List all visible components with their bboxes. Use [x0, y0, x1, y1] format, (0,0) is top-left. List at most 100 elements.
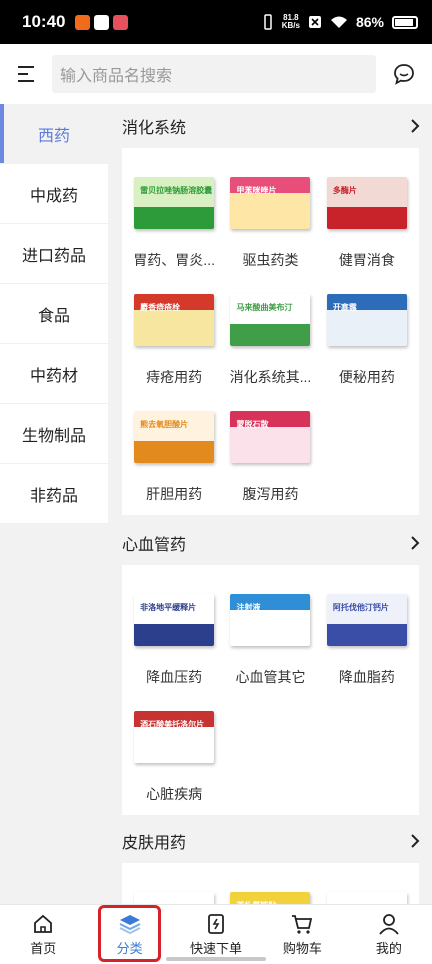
medicine-box-image: 熊去氧胆酸片	[134, 411, 215, 463]
product-category-item[interactable]: 开塞露便秘用药	[319, 279, 415, 396]
product-category-item[interactable]: 非洛地平缓释片降血压药	[126, 579, 222, 696]
section-header-cardio[interactable]: 心血管药	[108, 521, 432, 565]
product-thumbnail: 注射液	[229, 589, 311, 651]
chevron-right-icon	[411, 119, 420, 133]
nav-profile[interactable]: 我的	[346, 905, 432, 964]
product-thumbnail: 雷贝拉唑钠肠溶胶囊	[133, 172, 215, 234]
medicine-box-image: 酒石酸美托洛尔片	[134, 711, 215, 763]
product-category-label: 便秘用药	[338, 369, 395, 385]
product-thumbnail: 麝香痔疮栓	[133, 289, 215, 351]
product-category-item[interactable]	[126, 877, 222, 904]
sidebar-item-xiyao[interactable]: 西药	[0, 104, 108, 164]
message-button[interactable]	[376, 44, 432, 104]
box-label-text: 阿托伐他汀钙片	[332, 603, 389, 612]
product-category-label: 胃药、胃炎...	[133, 252, 215, 268]
product-category-item[interactable]: 酒石酸美托洛尔片心脏疾病	[126, 696, 222, 813]
medicine-box-image: 甲苯咪唑片	[230, 177, 311, 229]
product-thumbnail: 蒙脱石散	[229, 406, 311, 468]
section-grid: 雷贝拉唑钠肠溶胶囊 胃药、胃炎... 甲苯咪唑片 驱虫药类 多酶片 健胃消食 麝香痔疮栓 痔疮…	[122, 148, 419, 515]
menu-icon	[18, 66, 34, 82]
product-category-label: 驱虫药类	[242, 252, 299, 268]
bottom-nav: 首页 分类 快速下单 购物车 我的	[0, 904, 432, 964]
box-label-text: 蒙脱石散	[236, 420, 269, 429]
medicine-box-image: 蒙脱石散	[230, 411, 311, 463]
product-thumbnail: 熊去氧胆酸片	[133, 406, 215, 468]
medicine-box-image: 阿托伐他汀钙片	[326, 594, 407, 646]
status-time: 10:40	[22, 12, 66, 31]
product-category-item[interactable]: 熊去氧胆酸片 肝胆用药	[126, 396, 222, 513]
sidebar-item-shipin[interactable]: 食品	[0, 284, 108, 344]
battery-icon	[392, 15, 418, 29]
product-category-label: 消化系统其...	[229, 369, 312, 385]
product-category-item[interactable]: 阿托伐他汀钙片降血脂药	[319, 579, 415, 696]
box-label-text: 甲苯咪唑片	[236, 186, 277, 195]
wifi-icon	[330, 16, 347, 28]
box-label-text: 注射液	[236, 603, 261, 612]
product-thumbnail: 阿托伐他汀钙片	[326, 589, 408, 651]
chevron-right-icon	[411, 834, 420, 848]
product-category-item[interactable]: 马来酸曲美布汀消化系统其...	[222, 279, 318, 396]
sidebar-item-shengwu[interactable]: 生物制品	[0, 404, 108, 464]
net-speed: 81.8 KB/s	[281, 13, 300, 30]
box-color-band	[134, 441, 215, 463]
product-thumbnail: 甲苯咪唑片	[229, 172, 311, 234]
product-category-item[interactable]: 多酶片 健胃消食	[319, 162, 415, 279]
product-thumbnail	[133, 887, 215, 904]
product-category-label: 痔疮用药	[146, 369, 203, 385]
product-category-label: 降血压药	[146, 669, 203, 685]
chevron-right-icon	[411, 536, 420, 550]
section-header-digestive[interactable]: 消化系统	[108, 104, 432, 148]
product-category-label: 腹泻用药	[242, 486, 299, 502]
cart-icon	[292, 914, 313, 934]
product-thumbnail: 开塞露	[326, 289, 408, 351]
nav-quick-order[interactable]: 快速下单	[173, 905, 259, 964]
section-grid: 苯扎氯铵贴	[122, 863, 419, 904]
app-notification-icon	[113, 14, 129, 30]
search-input[interactable]: 输入商品名搜索	[52, 55, 376, 93]
search-placeholder: 输入商品名搜索	[60, 68, 173, 85]
sidebar-item-zhongyaocai[interactable]: 中药材	[0, 344, 108, 404]
sim-icon	[308, 16, 321, 28]
category-icon	[119, 914, 141, 934]
box-label-text: 开塞露	[332, 303, 357, 312]
section-title: 心血管药	[122, 537, 187, 554]
box-color-band	[134, 624, 215, 646]
medicine-box-image: 苯扎氯铵贴	[230, 892, 311, 904]
section-title: 皮肤用药	[122, 835, 187, 852]
medicine-box-image: 麝香痔疮栓	[134, 294, 215, 346]
medicine-box-image: 注射液	[230, 594, 311, 646]
section-header-skin[interactable]: 皮肤用药	[108, 819, 432, 863]
quick-order-icon	[208, 913, 224, 934]
product-category-label: 心脏疾病	[146, 786, 203, 802]
box-label-text: 非洛地平缓释片	[140, 603, 197, 612]
home-icon	[34, 914, 53, 933]
medicine-box-image	[326, 892, 407, 904]
sidebar-item-zhongchengyao[interactable]: 中成药	[0, 164, 108, 224]
mail-notification-icon	[94, 14, 110, 30]
product-category-label: 降血脂药	[338, 669, 395, 685]
nav-cart[interactable]: 购物车	[259, 905, 345, 964]
top-bar: 输入商品名搜索	[0, 44, 432, 104]
product-category-item[interactable]	[319, 877, 415, 904]
medicine-box-image: 多酶片	[326, 177, 407, 229]
chat-icon	[394, 64, 414, 85]
menu-button[interactable]	[0, 44, 52, 104]
nav-category[interactable]: 分类	[86, 905, 172, 964]
vibrate-icon	[263, 14, 272, 30]
product-category-item[interactable]: 甲苯咪唑片驱虫药类	[222, 162, 318, 279]
product-category-item[interactable]: 苯扎氯铵贴	[222, 877, 318, 904]
box-label-text: 马来酸曲美布汀	[236, 303, 293, 312]
medicine-box-image: 开塞露	[326, 294, 407, 346]
product-category-item[interactable]: 注射液 心血管其它	[222, 579, 318, 696]
nav-home[interactable]: 首页	[0, 905, 86, 964]
product-thumbnail: 马来酸曲美布汀	[229, 289, 311, 351]
box-label-text: 酒石酸美托洛尔片	[140, 720, 205, 729]
box-label-text: 雷贝拉唑钠肠溶胶囊	[140, 186, 213, 195]
product-category-item[interactable]: 雷贝拉唑钠肠溶胶囊胃药、胃炎...	[126, 162, 222, 279]
sidebar-item-feiyaopin[interactable]: 非药品	[0, 464, 108, 524]
sidebar-item-jinkou[interactable]: 进口药品	[0, 224, 108, 284]
product-category-item[interactable]: 麝香痔疮栓 痔疮用药	[126, 279, 222, 396]
product-category-item[interactable]: 蒙脱石散腹泻用药	[222, 396, 318, 513]
medicine-box-image: 非洛地平缓释片	[134, 594, 215, 646]
product-category-label: 心血管其它	[235, 669, 306, 685]
